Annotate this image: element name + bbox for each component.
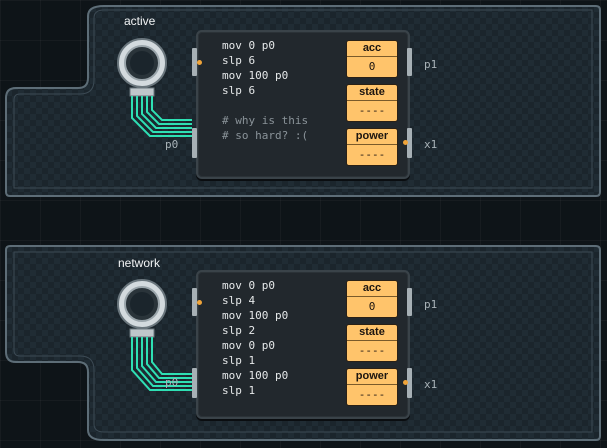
pin-label-p1: p1: [424, 58, 438, 71]
microcontroller-chip[interactable]: mov 0 p0 slp 4 mov 100 p0 slp 2 mov 0 p0…: [196, 270, 410, 419]
pin-connector[interactable]: [407, 48, 412, 76]
register-value: 0: [368, 60, 376, 73]
code-line: mov 100 p0: [222, 309, 289, 322]
pin-label-x1: x1: [424, 378, 438, 391]
register-power: power ----: [346, 128, 398, 166]
register-value: ----: [358, 104, 386, 117]
code-line: slp 2: [222, 324, 256, 337]
pin-connector[interactable]: [192, 128, 197, 158]
board-label-active: active: [124, 14, 156, 28]
register-acc: acc 0: [346, 40, 398, 78]
code-line: mov 100 p0: [222, 369, 289, 382]
register-power: power ----: [346, 368, 398, 406]
code-editor[interactable]: mov 0 p0 slp 4 mov 100 p0 slp 2 mov 0 p0…: [222, 278, 288, 398]
code-line: mov 0 p0: [222, 339, 275, 352]
pin-label-p1: p1: [424, 298, 438, 311]
pin-indicator: [403, 140, 408, 145]
code-line: slp 6: [222, 54, 256, 67]
register-state: state ----: [346, 324, 398, 362]
register-name: state: [347, 85, 397, 101]
register-value: ----: [358, 148, 386, 161]
register-acc: acc 0: [346, 280, 398, 318]
code-line: mov 0 p0: [222, 39, 275, 52]
code-line: mov 0 p0: [222, 279, 275, 292]
pin-label-p0: p0: [165, 138, 179, 151]
pin-connector[interactable]: [192, 368, 197, 398]
register-value: 0: [368, 300, 376, 313]
code-line: mov 100 p0: [222, 69, 289, 82]
register-name: power: [347, 369, 397, 385]
register-value: ----: [358, 388, 386, 401]
pin-indicator: [197, 60, 202, 65]
register-name: power: [347, 129, 397, 145]
code-line: slp 1: [222, 384, 256, 397]
code-editor[interactable]: mov 0 p0 slp 6 mov 100 p0 slp 6 # why is…: [222, 38, 308, 143]
pin-label-p0: p0: [165, 376, 179, 389]
microcontroller-chip[interactable]: mov 0 p0 slp 6 mov 100 p0 slp 6 # why is…: [196, 30, 410, 179]
pin-label-x1: x1: [424, 138, 438, 151]
board-label-network: network: [118, 256, 161, 270]
code-line: slp 6: [222, 84, 256, 97]
register-name: acc: [347, 281, 397, 297]
register-value: ----: [358, 344, 386, 357]
pin-indicator: [197, 300, 202, 305]
pin-indicator: [403, 380, 408, 385]
code-line: slp 1: [222, 354, 256, 367]
code-comment: # so hard? :(: [222, 129, 309, 142]
register-name: acc: [347, 41, 397, 57]
register-name: state: [347, 325, 397, 341]
register-state: state ----: [346, 84, 398, 122]
pin-connector[interactable]: [407, 288, 412, 316]
code-comment: # why is this: [222, 114, 309, 127]
code-line: slp 4: [222, 294, 256, 307]
